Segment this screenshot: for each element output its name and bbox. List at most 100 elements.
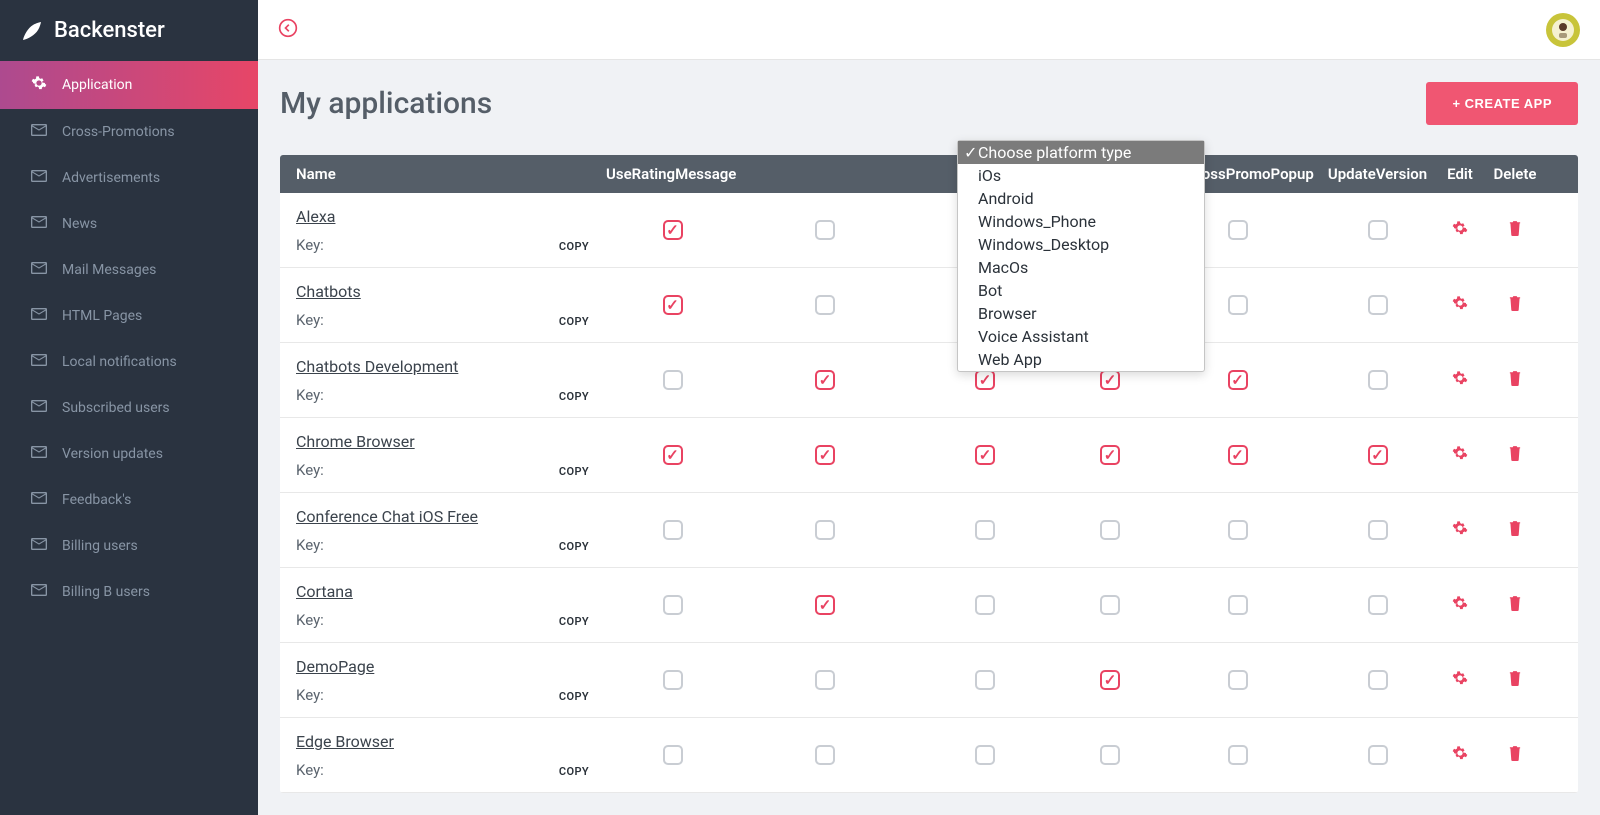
checkbox[interactable] xyxy=(1228,295,1248,315)
app-link[interactable]: Conference Chat iOS Free xyxy=(296,507,478,526)
create-app-button[interactable]: + CREATE APP xyxy=(1426,82,1578,125)
copy-button[interactable]: COPY xyxy=(548,643,600,717)
trash-icon[interactable] xyxy=(1508,295,1522,315)
checkbox[interactable] xyxy=(1368,295,1388,315)
dropdown-option[interactable]: Web App xyxy=(958,348,1204,371)
checkbox[interactable] xyxy=(815,745,835,765)
checkbox[interactable] xyxy=(1368,595,1388,615)
gear-icon[interactable] xyxy=(1452,445,1468,465)
checkbox[interactable] xyxy=(815,670,835,690)
checkbox[interactable] xyxy=(1100,370,1120,390)
checkbox[interactable] xyxy=(1100,520,1120,540)
sidebar-item-html-pages[interactable]: HTML Pages xyxy=(0,293,258,339)
gear-icon[interactable] xyxy=(1452,520,1468,540)
app-link[interactable]: Cortana xyxy=(296,582,353,601)
checkbox[interactable] xyxy=(975,595,995,615)
checkbox[interactable] xyxy=(815,370,835,390)
checkbox[interactable] xyxy=(663,595,683,615)
trash-icon[interactable] xyxy=(1508,595,1522,615)
app-link[interactable]: Alexa xyxy=(296,207,335,226)
copy-button[interactable]: COPY xyxy=(548,268,600,342)
checkbox[interactable] xyxy=(663,445,683,465)
avatar[interactable] xyxy=(1546,13,1580,47)
checkbox[interactable] xyxy=(663,520,683,540)
sidebar-item-billing-users[interactable]: Billing users xyxy=(0,523,258,569)
checkbox[interactable] xyxy=(1228,595,1248,615)
sidebar-item-application[interactable]: Application xyxy=(0,61,258,109)
checkbox[interactable] xyxy=(1368,745,1388,765)
sidebar-item-feedback-s[interactable]: Feedback's xyxy=(0,477,258,523)
checkbox[interactable] xyxy=(975,670,995,690)
app-link[interactable]: Edge Browser xyxy=(296,732,394,751)
trash-icon[interactable] xyxy=(1508,220,1522,240)
trash-icon[interactable] xyxy=(1508,670,1522,690)
dropdown-option[interactable]: Bot xyxy=(958,279,1204,302)
checkbox[interactable] xyxy=(815,220,835,240)
dropdown-option[interactable]: MacOs xyxy=(958,256,1204,279)
checkbox[interactable] xyxy=(663,670,683,690)
app-link[interactable]: Chatbots Development xyxy=(296,357,458,376)
checkbox[interactable] xyxy=(815,445,835,465)
checkbox[interactable] xyxy=(815,520,835,540)
gear-icon[interactable] xyxy=(1452,595,1468,615)
dropdown-option[interactable]: Voice Assistant xyxy=(958,325,1204,348)
dropdown-option[interactable]: Browser xyxy=(958,302,1204,325)
platform-dropdown[interactable]: Choose platform typeiOsAndroidWindows_Ph… xyxy=(957,140,1205,372)
checkbox[interactable] xyxy=(1100,670,1120,690)
sidebar-item-local-notifications[interactable]: Local notifications xyxy=(0,339,258,385)
checkbox[interactable] xyxy=(975,445,995,465)
checkbox[interactable] xyxy=(1228,370,1248,390)
checkbox[interactable] xyxy=(1228,745,1248,765)
checkbox[interactable] xyxy=(663,745,683,765)
checkbox[interactable] xyxy=(1228,445,1248,465)
checkbox[interactable] xyxy=(975,745,995,765)
dropdown-option[interactable]: Windows_Phone xyxy=(958,210,1204,233)
sidebar-item-version-updates[interactable]: Version updates xyxy=(0,431,258,477)
dropdown-option[interactable]: iOs xyxy=(958,164,1204,187)
checkbox[interactable] xyxy=(1100,595,1120,615)
checkbox[interactable] xyxy=(1100,745,1120,765)
copy-button[interactable]: COPY xyxy=(548,493,600,567)
sidebar-item-cross-promotions[interactable]: Cross-Promotions xyxy=(0,109,258,155)
checkbox[interactable] xyxy=(1368,445,1388,465)
checkbox[interactable] xyxy=(975,520,995,540)
copy-button[interactable]: COPY xyxy=(548,568,600,642)
app-link[interactable]: Chrome Browser xyxy=(296,432,415,451)
trash-icon[interactable] xyxy=(1508,445,1522,465)
sidebar-item-news[interactable]: News xyxy=(0,201,258,247)
trash-icon[interactable] xyxy=(1508,370,1522,390)
copy-button[interactable]: COPY xyxy=(548,193,600,267)
checkbox[interactable] xyxy=(1228,670,1248,690)
sidebar-item-mail-messages[interactable]: Mail Messages xyxy=(0,247,258,293)
sidebar-item-billing-b-users[interactable]: Billing B users xyxy=(0,569,258,615)
app-link[interactable]: Chatbots xyxy=(296,282,361,301)
gear-icon[interactable] xyxy=(1452,220,1468,240)
gear-icon[interactable] xyxy=(1452,745,1468,765)
trash-icon[interactable] xyxy=(1508,520,1522,540)
checkbox[interactable] xyxy=(815,295,835,315)
gear-icon[interactable] xyxy=(1452,370,1468,390)
checkbox[interactable] xyxy=(1368,220,1388,240)
checkbox[interactable] xyxy=(1368,670,1388,690)
copy-button[interactable]: COPY xyxy=(548,343,600,417)
checkbox[interactable] xyxy=(1228,520,1248,540)
checkbox[interactable] xyxy=(975,370,995,390)
dropdown-option[interactable]: Android xyxy=(958,187,1204,210)
sidebar-item-subscribed-users[interactable]: Subscribed users xyxy=(0,385,258,431)
trash-icon[interactable] xyxy=(1508,745,1522,765)
checkbox[interactable] xyxy=(1100,445,1120,465)
sidebar-item-advertisements[interactable]: Advertisements xyxy=(0,155,258,201)
gear-icon[interactable] xyxy=(1452,670,1468,690)
checkbox[interactable] xyxy=(1228,220,1248,240)
app-link[interactable]: DemoPage xyxy=(296,657,374,676)
back-icon[interactable] xyxy=(278,18,298,42)
checkbox[interactable] xyxy=(815,595,835,615)
dropdown-option[interactable]: Windows_Desktop xyxy=(958,233,1204,256)
copy-button[interactable]: COPY xyxy=(548,718,600,792)
checkbox[interactable] xyxy=(1368,520,1388,540)
gear-icon[interactable] xyxy=(1452,295,1468,315)
checkbox[interactable] xyxy=(663,220,683,240)
copy-button[interactable]: COPY xyxy=(548,418,600,492)
dropdown-option[interactable]: Choose platform type xyxy=(958,141,1204,164)
checkbox[interactable] xyxy=(663,295,683,315)
